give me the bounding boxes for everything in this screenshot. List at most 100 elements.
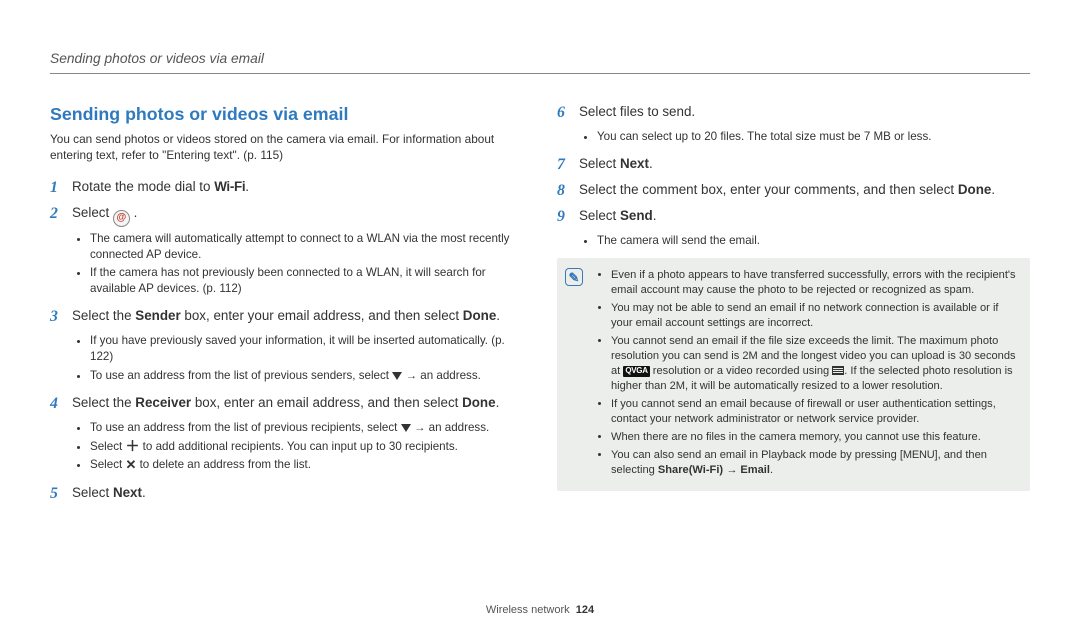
note-item: You may not be able to send an email if … bbox=[611, 301, 1020, 331]
bold: Sender bbox=[135, 308, 180, 323]
text: Select bbox=[90, 440, 125, 453]
step-text: Select the comment box, enter your comme… bbox=[579, 180, 1030, 199]
step-2-bullets: The camera will automatically attempt to… bbox=[90, 231, 523, 297]
text: Select bbox=[72, 205, 113, 220]
text: You can also send an email in Playback m… bbox=[611, 449, 903, 461]
email-icon bbox=[113, 210, 130, 227]
info-icon-wrap: ✎ bbox=[565, 268, 585, 481]
bullet: To use an address from the list of previ… bbox=[90, 420, 523, 436]
note-item: When there are no files in the camera me… bbox=[611, 430, 1020, 445]
step-8: 8 Select the comment box, enter your com… bbox=[557, 180, 1030, 203]
down-triangle-icon bbox=[401, 424, 411, 432]
bullet: To use an address from the list of previ… bbox=[90, 368, 523, 384]
page-content: Sending photos or videos via email Sendi… bbox=[0, 0, 1080, 539]
text: box, enter your email address, and then … bbox=[181, 308, 463, 323]
bold: Email bbox=[740, 464, 770, 476]
step-text: Select files to send. bbox=[579, 102, 1030, 121]
wifi-icon: Wi-Fi bbox=[214, 179, 245, 194]
page-footer: Wireless network 124 bbox=[0, 603, 1080, 618]
bullet: If the camera has not previously been co… bbox=[90, 265, 523, 296]
text: . bbox=[496, 395, 500, 410]
footer-page-number: 124 bbox=[576, 604, 594, 616]
step-text: Select . bbox=[72, 203, 523, 227]
bullet: If you have previously saved your inform… bbox=[90, 333, 523, 364]
step-text: Select Next. bbox=[579, 154, 1030, 173]
step-3: 3 Select the Sender box, enter your emai… bbox=[50, 306, 523, 329]
note-item: If you cannot send an email because of f… bbox=[611, 397, 1020, 427]
text: resolution or a video recorded using bbox=[650, 365, 833, 377]
step-number: 2 bbox=[50, 203, 72, 226]
step-4-bullets: To use an address from the list of previ… bbox=[90, 420, 523, 473]
text: → an address. bbox=[402, 369, 481, 382]
step-number: 6 bbox=[557, 102, 579, 125]
note-item: You can also send an email in Playback m… bbox=[611, 448, 1020, 478]
note-item: You cannot send an email if the file siz… bbox=[611, 334, 1020, 394]
step-number: 9 bbox=[557, 206, 579, 229]
text: Select bbox=[579, 208, 620, 223]
step-9: 9 Select Send. bbox=[557, 206, 1030, 229]
bold: Share(Wi-Fi) bbox=[658, 464, 723, 476]
plus-icon: ＋ bbox=[125, 439, 139, 453]
text: Select the comment box, enter your comme… bbox=[579, 182, 958, 197]
arrow: → bbox=[723, 464, 740, 476]
film-icon bbox=[832, 366, 844, 375]
step-text: Rotate the mode dial to Wi-Fi. bbox=[72, 177, 523, 196]
column-right: 6 Select files to send. You can select u… bbox=[557, 102, 1030, 509]
note-item: Even if a photo appears to have transfer… bbox=[611, 268, 1020, 298]
step-text: Select Send. bbox=[579, 206, 1030, 225]
text: Select bbox=[90, 458, 125, 471]
bullet: You can select up to 20 files. The total… bbox=[597, 129, 1030, 145]
step-5: 5 Select Next. bbox=[50, 483, 523, 506]
bold: Send bbox=[620, 208, 653, 223]
text: to add additional recipients. You can in… bbox=[139, 440, 457, 453]
bold: Next bbox=[620, 156, 649, 171]
step-9-bullets: The camera will send the email. bbox=[597, 233, 1030, 249]
text: To use an address from the list of previ… bbox=[90, 369, 392, 382]
step-number: 1 bbox=[50, 177, 72, 200]
menu-label: MENU bbox=[903, 449, 935, 461]
text: . bbox=[142, 485, 146, 500]
info-icon: ✎ bbox=[565, 268, 583, 286]
header-rule bbox=[50, 73, 1030, 74]
step-6-bullets: You can select up to 20 files. The total… bbox=[597, 129, 1030, 145]
text: . bbox=[649, 156, 653, 171]
section-intro: You can send photos or videos stored on … bbox=[50, 132, 523, 164]
step-text: Select Next. bbox=[72, 483, 523, 502]
text: Rotate the mode dial to bbox=[72, 179, 214, 194]
step-number: 5 bbox=[50, 483, 72, 506]
bullet: Select ＋ to add additional recipients. Y… bbox=[90, 439, 523, 455]
text: . bbox=[770, 464, 773, 476]
section-title: Sending photos or videos via email bbox=[50, 102, 523, 126]
text: Select the bbox=[72, 308, 135, 323]
text: to delete an address from the list. bbox=[136, 458, 311, 471]
text: Select bbox=[579, 156, 620, 171]
text: . bbox=[130, 205, 137, 220]
step-text: Select the Receiver box, enter an email … bbox=[72, 393, 523, 412]
step-2: 2 Select . bbox=[50, 203, 523, 227]
note-list: Even if a photo appears to have transfer… bbox=[611, 268, 1020, 481]
two-column-layout: Sending photos or videos via email You c… bbox=[50, 102, 1030, 509]
step-number: 3 bbox=[50, 306, 72, 329]
bold: Done bbox=[462, 395, 495, 410]
bullet: The camera will send the email. bbox=[597, 233, 1030, 249]
text: . bbox=[991, 182, 995, 197]
running-header: Sending photos or videos via email bbox=[50, 50, 1030, 69]
step-number: 8 bbox=[557, 180, 579, 203]
note-box: ✎ Even if a photo appears to have transf… bbox=[557, 258, 1030, 491]
step-number: 7 bbox=[557, 154, 579, 177]
down-triangle-icon bbox=[392, 372, 402, 380]
bold: Done bbox=[463, 308, 496, 323]
bullet: Select ✕ to delete an address from the l… bbox=[90, 457, 523, 473]
bullet: The camera will automatically attempt to… bbox=[90, 231, 523, 262]
text: . bbox=[496, 308, 500, 323]
text: . bbox=[245, 179, 249, 194]
bold: Receiver bbox=[135, 395, 191, 410]
step-number: 4 bbox=[50, 393, 72, 416]
step-1: 1 Rotate the mode dial to Wi-Fi. bbox=[50, 177, 523, 200]
step-text: Select the Sender box, enter your email … bbox=[72, 306, 523, 325]
step-6: 6 Select files to send. bbox=[557, 102, 1030, 125]
x-icon: ✕ bbox=[125, 458, 136, 471]
footer-section: Wireless network bbox=[486, 604, 570, 616]
text: Select bbox=[72, 485, 113, 500]
bold: Next bbox=[113, 485, 142, 500]
